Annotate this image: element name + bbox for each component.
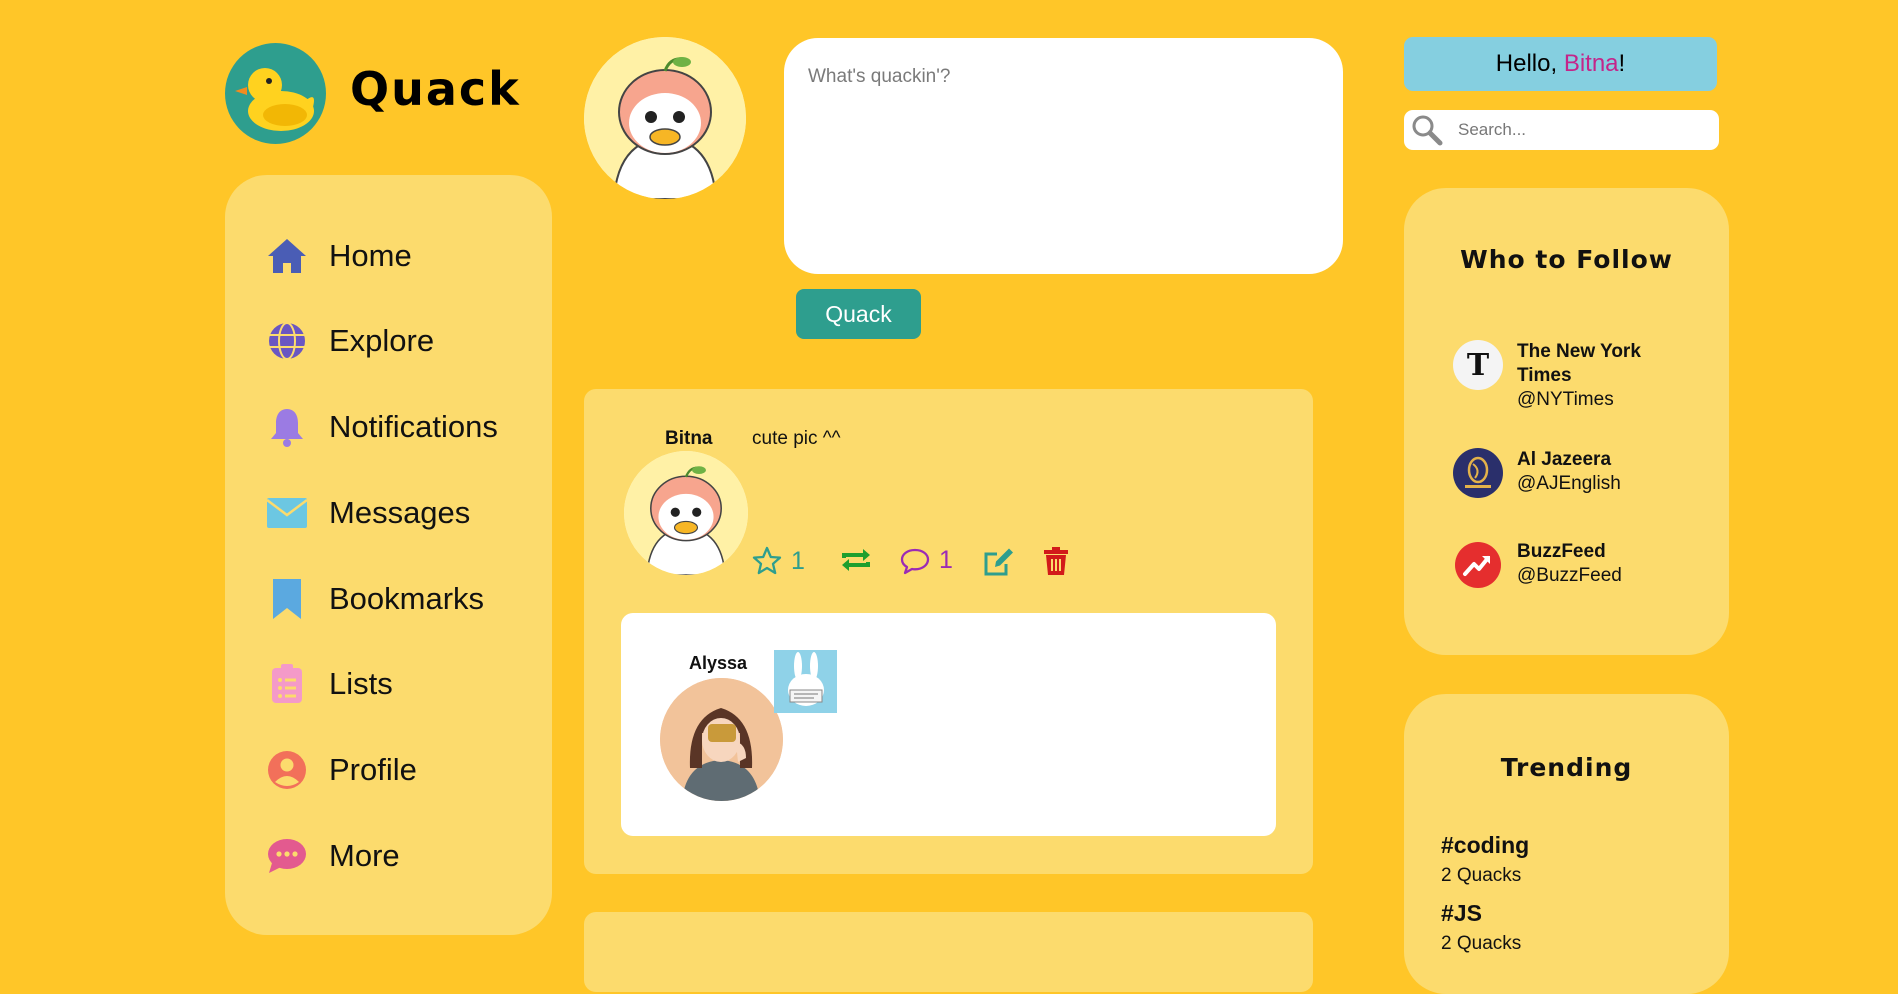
sidebar-item-label: Home xyxy=(329,238,412,273)
trending-tag: #JS xyxy=(1441,900,1482,926)
buzzfeed-logo-icon xyxy=(1455,542,1501,588)
greeting-prefix: Hello, xyxy=(1495,50,1564,77)
sidebar-item-more[interactable]: More xyxy=(263,834,400,878)
edit-button[interactable] xyxy=(983,546,1015,578)
who-to-follow-panel: Who to Follow T The New York Times @NYTi… xyxy=(1404,188,1729,655)
star-button[interactable]: 1 xyxy=(752,546,805,576)
search-bar[interactable] xyxy=(1404,110,1719,150)
svg-text:T: T xyxy=(1467,348,1490,383)
post-author[interactable]: Bitna xyxy=(665,428,713,450)
edit-icon xyxy=(984,548,1013,576)
compose-input[interactable] xyxy=(784,38,1343,274)
greeting-username[interactable]: Bitna xyxy=(1564,50,1619,78)
sidebar-item-explore[interactable]: Explore xyxy=(263,319,434,363)
envelope-icon xyxy=(263,491,311,535)
comment-button[interactable]: 1 xyxy=(900,546,953,575)
star-count: 1 xyxy=(791,546,805,575)
reply-image[interactable] xyxy=(774,650,837,713)
clipboard-icon xyxy=(263,662,311,706)
chat-bubble-icon xyxy=(263,834,311,878)
sidebar-item-lists[interactable]: Lists xyxy=(263,662,393,706)
follow-account-buzzfeed[interactable]: BuzzFeed @BuzzFeed xyxy=(1453,540,1697,590)
who-to-follow-title: Who to Follow xyxy=(1460,245,1673,274)
comment-icon xyxy=(900,548,930,574)
bell-icon xyxy=(263,405,311,449)
user-circle-icon xyxy=(263,748,311,792)
post-author-avatar[interactable] xyxy=(624,451,748,575)
nyt-logo-icon: T xyxy=(1453,340,1503,390)
reply-author-avatar[interactable] xyxy=(660,678,783,801)
globe-icon xyxy=(263,319,311,363)
trending-tag: #coding xyxy=(1441,832,1530,858)
trending-count: 2 Quacks xyxy=(1441,865,1522,886)
trending-title: Trending xyxy=(1500,753,1633,782)
bookmark-icon xyxy=(263,577,311,621)
aljazeera-logo-icon xyxy=(1453,448,1503,498)
sidebar-item-notifications[interactable]: Notifications xyxy=(263,405,498,449)
follow-account-name: The New York Times xyxy=(1517,341,1641,386)
follow-account-handle: @AJEnglish xyxy=(1517,473,1621,494)
greeting-suffix: ! xyxy=(1618,50,1626,77)
trash-icon xyxy=(1044,547,1068,575)
app-title: Quack xyxy=(350,62,521,116)
follow-account-handle: @BuzzFeed xyxy=(1517,565,1622,586)
sidebar-item-label: Bookmarks xyxy=(329,581,485,616)
reply-author[interactable]: Alyssa xyxy=(689,653,747,674)
follow-account-handle: @NYTimes xyxy=(1517,389,1614,410)
follow-account-nytimes[interactable]: T The New York Times @NYTimes xyxy=(1453,340,1697,412)
greeting: Hello, Bitna! xyxy=(1404,37,1717,91)
logo[interactable] xyxy=(225,43,326,144)
requack-button[interactable] xyxy=(839,546,873,574)
comment-count: 1 xyxy=(939,546,953,574)
search-input[interactable] xyxy=(1456,119,1700,141)
sidebar-item-label: Lists xyxy=(329,666,393,701)
delete-button[interactable] xyxy=(1043,546,1069,576)
search-icon xyxy=(1412,115,1443,146)
sidebar-item-label: More xyxy=(329,838,400,873)
trending-item[interactable]: #JS 2 Quacks xyxy=(1441,900,1521,955)
sidebar-item-label: Explore xyxy=(329,323,435,358)
follow-account-name: Al Jazeera xyxy=(1517,449,1612,470)
duck-logo-icon xyxy=(235,68,314,131)
sidebar-item-label: Profile xyxy=(329,752,417,787)
trending-item[interactable]: #coding 2 Quacks xyxy=(1441,832,1529,887)
follow-account-name: BuzzFeed xyxy=(1517,541,1606,562)
sidebar-item-home[interactable]: Home xyxy=(263,234,412,278)
post-card xyxy=(584,912,1313,992)
retweet-icon xyxy=(842,549,870,571)
sidebar-nav: Home Explore Notifications Messages Book… xyxy=(225,175,552,935)
follow-account-aljazeera[interactable]: Al Jazeera @AJEnglish xyxy=(1453,448,1697,498)
trending-panel: Trending #coding 2 Quacks #JS 2 Quacks xyxy=(1404,694,1729,994)
star-icon xyxy=(752,546,782,575)
sidebar-item-label: Messages xyxy=(329,495,471,530)
current-user-avatar[interactable] xyxy=(584,37,746,199)
trending-count: 2 Quacks xyxy=(1441,933,1522,954)
post-text: cute pic ^^ xyxy=(752,428,841,449)
quack-button[interactable]: Quack xyxy=(796,289,921,339)
sidebar-item-bookmarks[interactable]: Bookmarks xyxy=(263,577,484,621)
sidebar-item-messages[interactable]: Messages xyxy=(263,491,470,535)
home-icon xyxy=(263,234,311,278)
sidebar-item-profile[interactable]: Profile xyxy=(263,748,417,792)
sidebar-item-label: Notifications xyxy=(329,409,498,444)
